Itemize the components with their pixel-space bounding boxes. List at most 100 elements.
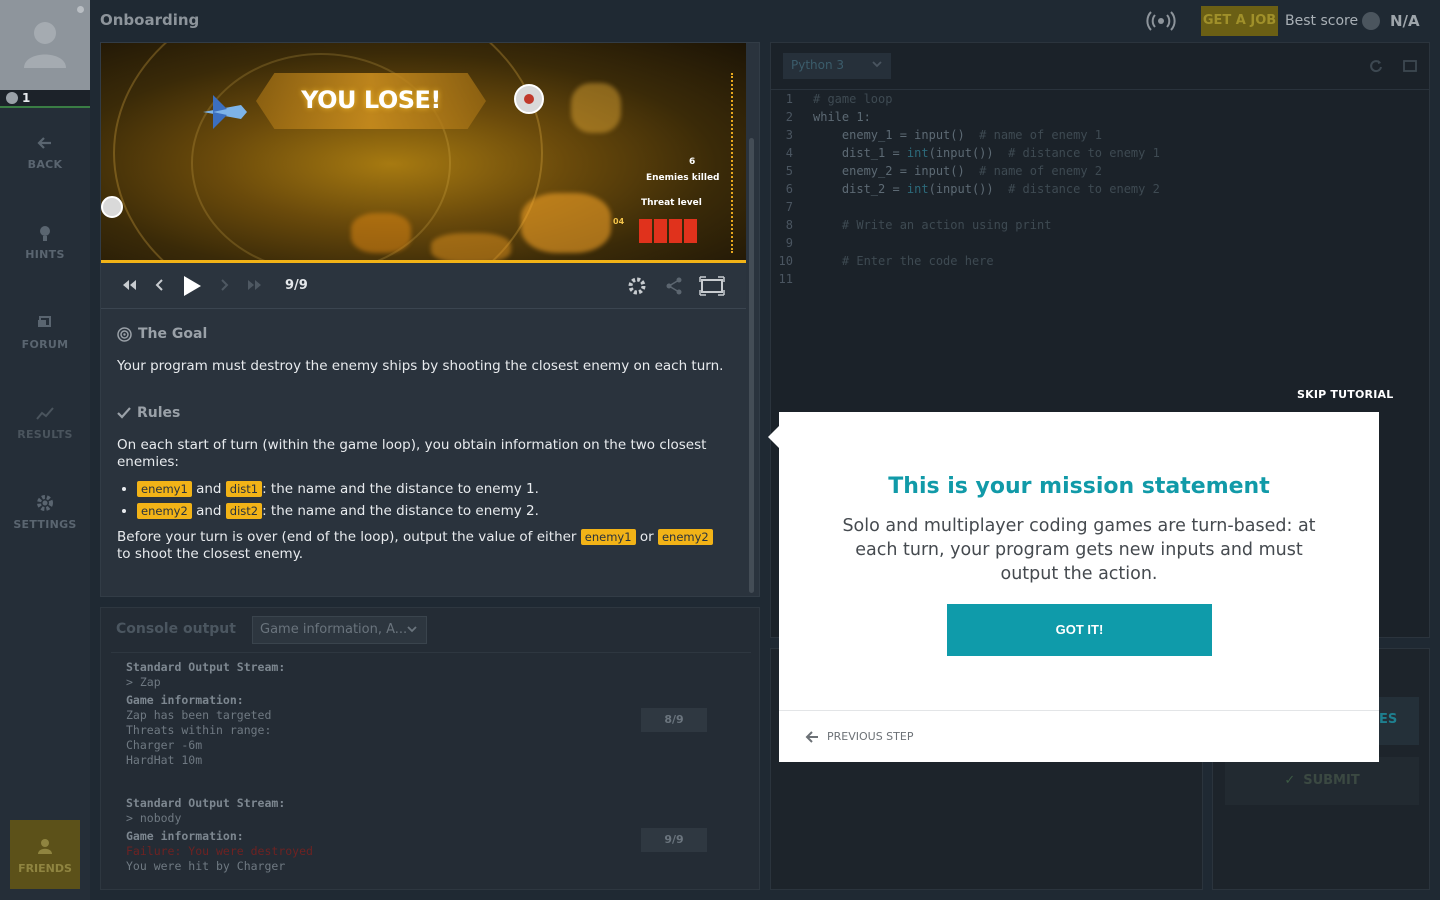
- fast-forward-icon[interactable]: [247, 277, 263, 293]
- enemy-ship-icon: [101, 196, 123, 218]
- maximize-icon[interactable]: [1403, 59, 1417, 73]
- code-line[interactable]: 4 dist_1 = int(input()) # distance to en…: [771, 144, 1429, 162]
- rule-item: enemy1 and dist1: the name and the dista…: [137, 481, 730, 497]
- threat-level-label: Threat level: [641, 198, 702, 208]
- code-token: dist_2 =: [813, 182, 907, 196]
- skip-tutorial-link[interactable]: SKIP TUTORIAL: [1297, 388, 1393, 401]
- failure-line: Failure: You were destroyed: [126, 844, 313, 858]
- friends-label: FRIENDS: [18, 862, 72, 875]
- code-line[interactable]: 8 # Write an action using print: [771, 216, 1429, 234]
- chevron-down-icon: [872, 61, 882, 68]
- get-a-job-button[interactable]: GET A JOB: [1201, 6, 1278, 36]
- previous-step-link[interactable]: PREVIOUS STEP: [805, 730, 913, 743]
- line-number: 3: [785, 128, 793, 142]
- code-token: # name of enemy 2: [979, 164, 1102, 178]
- checkmark-icon: [117, 407, 131, 419]
- level-badge: 1: [0, 90, 90, 108]
- modal-title: This is your mission statement: [888, 474, 1270, 499]
- play-icon[interactable]: [181, 274, 203, 298]
- got-it-button[interactable]: GOT IT!: [947, 604, 1212, 656]
- variable-tag: dist2: [225, 503, 263, 519]
- line-number: 10: [778, 254, 793, 268]
- explosion-blob: [521, 193, 611, 253]
- submit-button[interactable]: ✓ SUBMIT: [1225, 757, 1419, 805]
- friends-button[interactable]: FRIENDS: [10, 820, 80, 889]
- threat-bar: [639, 219, 652, 243]
- rule-text: : the name and the distance to enemy 2.: [262, 503, 539, 519]
- stdout-line: > nobody: [126, 811, 182, 825]
- code-token: # Write an action using print: [813, 218, 1052, 232]
- console-panel: Console output Game information, A... St…: [100, 607, 760, 890]
- sidebar-item-settings[interactable]: SETTINGS: [0, 494, 90, 531]
- code-area[interactable]: 1 # game loop 2 while 1: 3 enemy_1 = input()…: [771, 90, 1429, 288]
- code-token: # Enter the code here: [813, 254, 994, 268]
- statement-scrollbar[interactable]: [749, 138, 754, 593]
- threat-bar: [654, 219, 667, 243]
- code-line[interactable]: 5 enemy_2 = input() # name of enemy 2: [771, 162, 1429, 180]
- step-back-icon[interactable]: [153, 277, 165, 293]
- gear-icon[interactable]: [627, 276, 647, 296]
- line-number: 5: [785, 164, 793, 178]
- line-number: 4: [785, 146, 793, 160]
- code-token: # name of enemy 1: [979, 128, 1102, 142]
- goal-title: The Goal: [138, 326, 208, 342]
- rewind-icon[interactable]: [121, 277, 137, 293]
- line-number: 6: [785, 182, 793, 196]
- frame-counter: 9/9: [285, 278, 308, 293]
- step-forward-icon[interactable]: [219, 277, 231, 293]
- top-bar: Onboarding GET A JOB Best score N/A: [90, 0, 1440, 42]
- divider: [111, 652, 751, 653]
- page-title: Onboarding: [100, 11, 200, 29]
- code-token: (input()): [928, 146, 1009, 160]
- code-line[interactable]: 1 # game loop: [771, 90, 1429, 108]
- gear-icon: [37, 495, 53, 511]
- rule-and: and: [196, 481, 222, 497]
- fullscreen-icon[interactable]: [699, 276, 725, 296]
- threat-bar: [669, 219, 682, 243]
- tutorial-modal: This is your mission statement Solo and …: [768, 412, 1379, 762]
- sidebar-item-label: HINTS: [25, 248, 65, 261]
- sidebar-item-label: FORUM: [21, 338, 69, 351]
- variable-tag: enemy2: [137, 503, 192, 519]
- turn-badge[interactable]: 9/9: [641, 828, 707, 852]
- game-viewer[interactable]: YOU LOSE! 6 Enemies killed Threat level …: [101, 43, 746, 263]
- turn-badge[interactable]: 8/9: [641, 708, 707, 732]
- best-score-label: Best score: [1285, 13, 1359, 29]
- sidebar-item-results[interactable]: RESULTS: [0, 404, 90, 441]
- code-line[interactable]: 11: [771, 270, 1429, 288]
- reset-icon[interactable]: [1369, 59, 1383, 73]
- code-line[interactable]: 7: [771, 198, 1429, 216]
- share-icon[interactable]: [665, 276, 683, 296]
- rules-outro: Before your turn is over (end of the loo…: [117, 529, 730, 563]
- info-line: HardHat 10m: [126, 753, 203, 767]
- rule-and: and: [196, 503, 222, 519]
- code-line[interactable]: 10 # Enter the code here: [771, 252, 1429, 270]
- avatar[interactable]: [0, 0, 90, 90]
- code-line[interactable]: 9: [771, 234, 1429, 252]
- explosion-blob: [431, 233, 511, 263]
- broadcast-icon[interactable]: [1146, 11, 1176, 31]
- info-label: Game information:: [126, 693, 244, 707]
- chevron-down-icon: [407, 626, 417, 633]
- sidebar-item-forum[interactable]: FORUM: [0, 314, 90, 351]
- ide-app: 1 BACK HINTS FORUM RESULTS SETTINGS FRIE…: [0, 0, 1440, 900]
- threat-level-bars: [639, 219, 705, 245]
- code-line[interactable]: 2 while 1:: [771, 108, 1429, 126]
- code-token: dist_1 =: [813, 146, 907, 160]
- stdout-label: Standard Output Stream:: [126, 660, 286, 674]
- console-filter-select[interactable]: Game information, A...: [252, 616, 427, 644]
- rules-heading: Rules: [117, 405, 730, 421]
- goal-heading: The Goal: [117, 326, 730, 342]
- sidebar-item-hints[interactable]: HINTS: [0, 224, 90, 261]
- target-icon: [117, 326, 132, 342]
- problem-statement: The Goal Your program must destroy the e…: [101, 310, 746, 598]
- score-chart-icon: [1362, 12, 1380, 30]
- code-line[interactable]: 6 dist_2 = int(input()) # distance to en…: [771, 180, 1429, 198]
- variable-tag: enemy1: [580, 529, 636, 545]
- user-silhouette-icon: [24, 22, 66, 68]
- outro-text: to shoot the closest enemy.: [117, 546, 304, 562]
- line-number: 8: [785, 218, 793, 232]
- language-select[interactable]: Python 3: [783, 53, 891, 79]
- code-line[interactable]: 3 enemy_1 = input() # name of enemy 1: [771, 126, 1429, 144]
- sidebar-item-back[interactable]: BACK: [0, 134, 90, 171]
